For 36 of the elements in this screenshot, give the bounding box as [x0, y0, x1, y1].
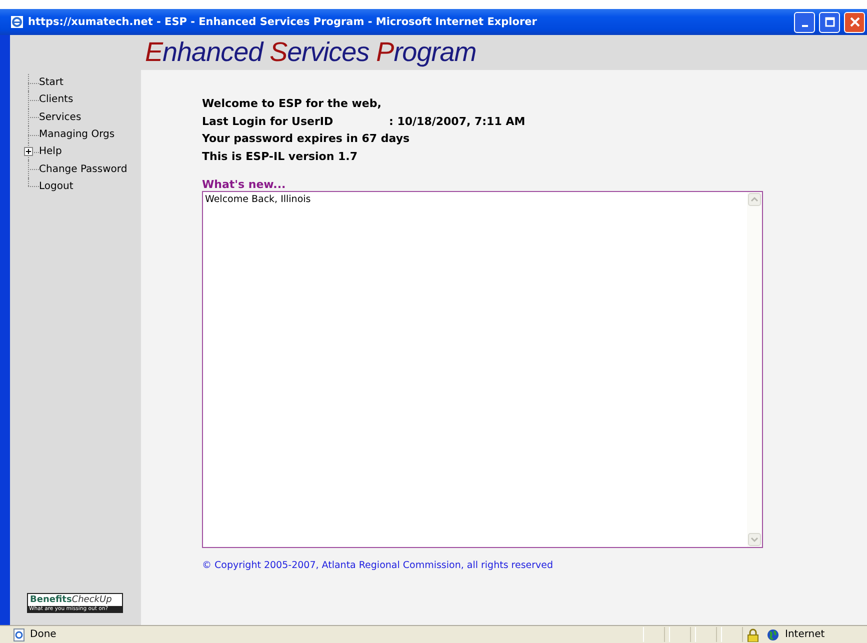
- sidebar-item[interactable]: Managing Orgs: [39, 129, 115, 140]
- lock-icon: [747, 628, 759, 642]
- page-icon: [12, 628, 26, 642]
- program-logo: Enhanced Services Program: [145, 37, 476, 68]
- last-login-value: : 10/18/2007, 7:11 AM: [389, 114, 526, 128]
- globe-icon: [767, 628, 779, 640]
- info-text: Your password expires in 67 days: [202, 132, 411, 147]
- sidebar-item[interactable]: Clients: [39, 94, 74, 106]
- expand-icon[interactable]: [24, 147, 33, 156]
- zone-text: Internet: [785, 629, 825, 640]
- logo-bold-text: Benefits: [30, 595, 72, 605]
- minimize-icon: [802, 25, 808, 27]
- browser-icon: [10, 15, 24, 29]
- sidebar-item[interactable]: Logout: [39, 180, 74, 192]
- status-pane: [643, 627, 665, 642]
- window-title: https://xumatech.net - ESP - Enhanced Services Program - Microsoft Internet Explorer: [28, 16, 538, 28]
- logo-italic-text: CheckUp: [72, 595, 112, 605]
- sidebar-item[interactable]: Change Password: [39, 164, 128, 175]
- status-pane: [721, 627, 743, 642]
- sidebar-item[interactable]: Services: [39, 112, 82, 123]
- status-pane: [695, 627, 717, 642]
- minimize-button[interactable]: [794, 12, 815, 32]
- news-field[interactable]: Welcome Back, Illinois: [202, 191, 763, 548]
- maximize-icon: [824, 17, 834, 27]
- sidebar-item[interactable]: Help: [39, 146, 62, 158]
- close-button[interactable]: [844, 12, 865, 32]
- status-text: Done: [30, 629, 56, 640]
- sidebar-item[interactable]: Start: [39, 77, 64, 88]
- copyright-text: © Copyright 2005-2007, Atlanta Regional Commission, all rights reserved: [202, 560, 554, 571]
- news-heading: What's new...: [202, 178, 287, 191]
- welcome-text: Welcome to ESP for the web,: [202, 97, 382, 112]
- maximize-button[interactable]: [819, 12, 840, 32]
- status-pane: [669, 627, 691, 642]
- info-text: This is ESP-IL version 1.7: [202, 150, 359, 164]
- last-login-label: Last Login for UserID: [202, 114, 334, 128]
- close-icon: [850, 17, 860, 27]
